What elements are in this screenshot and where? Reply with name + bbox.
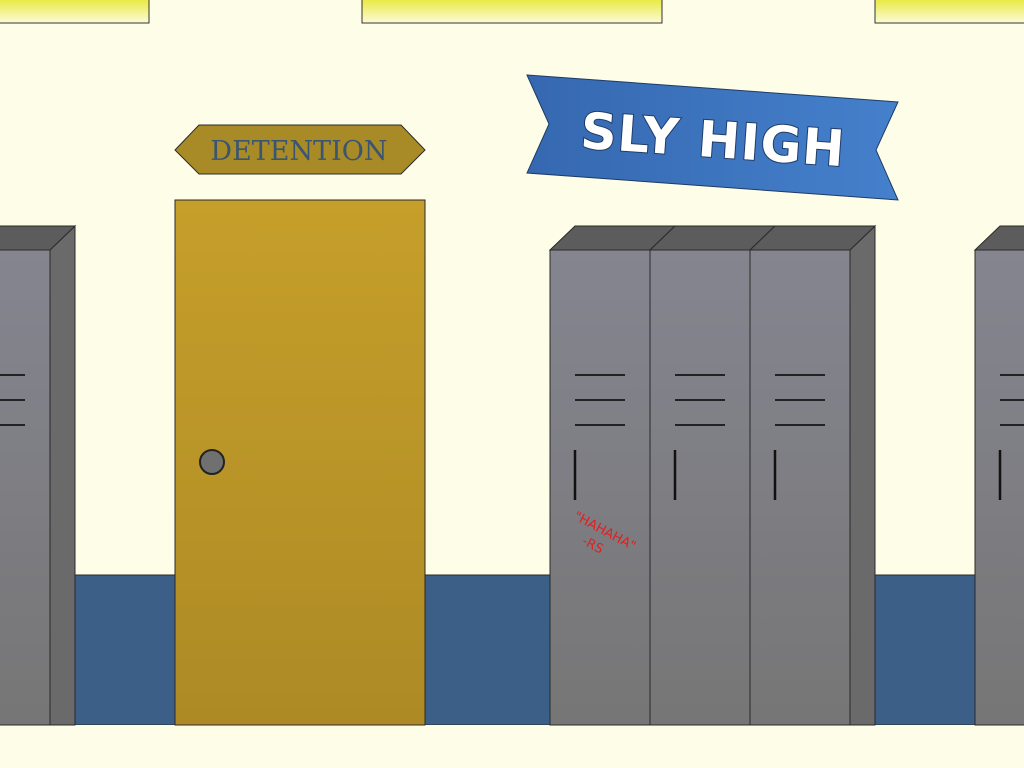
detention-sign: DETENTION [174, 124, 426, 175]
detention-door[interactable] [174, 199, 426, 726]
locker-3[interactable] [749, 249, 851, 726]
ceiling-light-left [0, 0, 150, 24]
locker-bank-side [849, 224, 876, 726]
locker-2[interactable] [649, 249, 751, 726]
locker-right-edge [973, 225, 1024, 726]
locker-bank: "HAHAHA" -RS [548, 224, 877, 726]
door-knob[interactable] [199, 449, 225, 475]
ceiling-light-right [874, 0, 1024, 24]
hallway-scene: DETENTION SLY HIGH "HAHAHA" -RS [0, 0, 1024, 768]
ceiling-light-center [361, 0, 663, 24]
locker-1[interactable] [549, 249, 651, 726]
locker-left-edge [0, 224, 77, 726]
detention-sign-label: DETENTION [210, 136, 387, 167]
floor [0, 725, 1024, 768]
